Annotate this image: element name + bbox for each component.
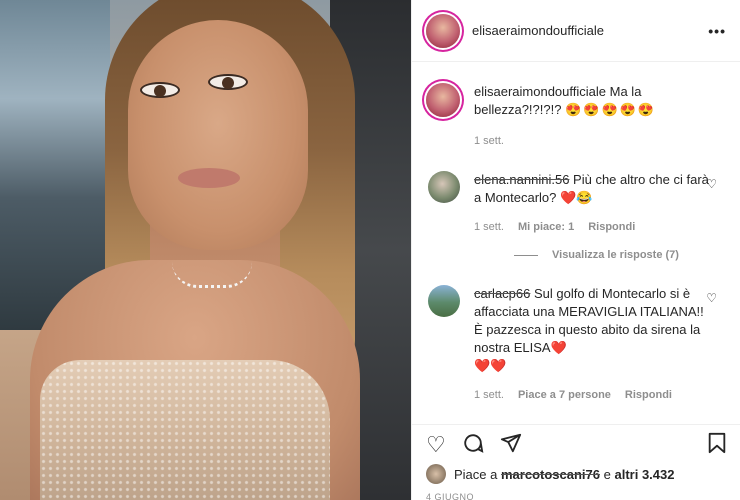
photo-eye-left [140, 82, 180, 98]
photo-dress [40, 360, 330, 500]
comment-meta: 1 sett. Mi piace: 1 Rispondi [474, 221, 714, 233]
photo-face [128, 20, 308, 250]
comment-emojis: ❤️😂 [560, 190, 593, 205]
heart-icon[interactable]: ♡ [706, 177, 717, 191]
post-photo[interactable] [0, 0, 411, 500]
comment-body: elena.nannini.56 Più che altro che ci fa… [474, 171, 714, 233]
caption-emojis: 😍😍😍😍😍 [565, 102, 657, 117]
comment-text: elena.nannini.56 Più che altro che ci fa… [474, 171, 714, 207]
comment-likes[interactable]: Mi piace: 1 [518, 221, 574, 233]
likes-suffix: e [603, 466, 611, 482]
view-replies-button[interactable]: Visualizza le risposte (7) [514, 249, 727, 261]
post-date: 4 GIUGNO [426, 492, 475, 500]
likes-user[interactable]: marcotoscani76 [501, 467, 600, 482]
header-username[interactable]: elisaeraimondoufficiale [472, 23, 708, 38]
comment-emojis: ❤️❤️ [474, 358, 507, 373]
likes-summary: Piace a marcotoscani76 e altri 3.432 [426, 464, 674, 484]
photo-eye-right [208, 74, 248, 90]
caption-username[interactable]: elisaeraimondoufficiale [474, 84, 606, 99]
caption: elisaeraimondoufficiale Ma la bellezza?!… [426, 83, 727, 147]
caption-text: elisaeraimondoufficiale Ma la bellezza?!… [474, 83, 727, 119]
avatar[interactable] [426, 464, 446, 484]
avatar[interactable] [428, 171, 460, 203]
post-sidebar: elisaeraimondoufficiale ••• elisaeraimon… [411, 0, 740, 500]
comment-inline-emoji: ❤️ [550, 340, 567, 355]
post-header: elisaeraimondoufficiale ••• [412, 0, 740, 62]
heart-icon[interactable]: ♡ [706, 291, 717, 305]
replies-divider [514, 254, 538, 256]
heart-icon[interactable]: ♡ [426, 433, 446, 456]
send-icon[interactable] [500, 432, 522, 458]
action-bar: ♡ [412, 424, 740, 464]
comment-username[interactable]: carlacp66 [474, 286, 530, 301]
reply-button[interactable]: Rispondi [625, 389, 672, 401]
comment-time[interactable]: 1 sett. [474, 389, 504, 401]
photo-lips [178, 168, 240, 188]
bookmark-icon[interactable] [707, 432, 727, 458]
avatar[interactable] [426, 13, 460, 48]
comment-time[interactable]: 1 sett. [474, 221, 504, 233]
reply-button[interactable]: Rispondi [588, 221, 635, 233]
comment-icon[interactable] [462, 432, 484, 458]
comment-username[interactable]: elena.nannini.56 [474, 172, 569, 187]
avatar[interactable] [428, 285, 460, 317]
more-horizontal-icon[interactable]: ••• [708, 23, 726, 39]
avatar[interactable] [426, 83, 460, 117]
caption-body: elisaeraimondoufficiale Ma la bellezza?!… [474, 83, 727, 147]
comment-body: carlacp66 Sul golfo di Montecarlo si è a… [474, 285, 714, 401]
likes-prefix: Piace a [454, 466, 498, 482]
comment-item: carlacp66 Sul golfo di Montecarlo si è a… [426, 285, 727, 401]
caption-time[interactable]: 1 sett. [474, 135, 727, 147]
view-replies-label: Visualizza le risposte (7) [552, 249, 679, 261]
comment-item: elena.nannini.56 Più che altro che ci fa… [426, 171, 727, 233]
post-container: elisaeraimondoufficiale ••• elisaeraimon… [0, 0, 740, 500]
comment-likes[interactable]: Piace a 7 persone [518, 389, 611, 401]
comments-section: elisaeraimondoufficiale Ma la bellezza?!… [412, 63, 740, 423]
comment-meta: 1 sett. Piace a 7 persone Rispondi [474, 389, 714, 401]
likes-others[interactable]: altri 3.432 [614, 467, 674, 482]
comment-text: carlacp66 Sul golfo di Montecarlo si è a… [474, 285, 714, 375]
